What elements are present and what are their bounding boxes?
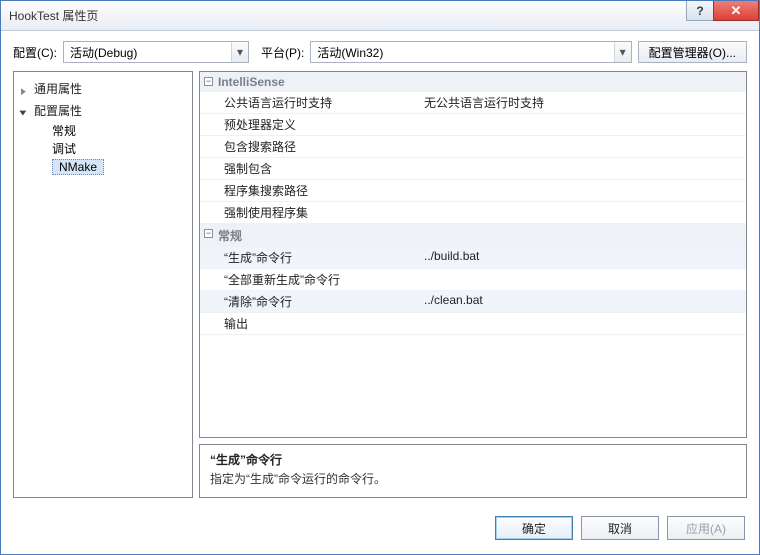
help-button[interactable]: ? [686, 1, 714, 21]
property-grid[interactable]: − IntelliSense 公共语言运行时支持无公共语言运行时支持 预处理器定… [199, 71, 747, 438]
footer-buttons: 确定 取消 应用(A) [1, 506, 759, 554]
help-icon: ? [696, 4, 703, 18]
prop-row[interactable]: 程序集搜索路径 [200, 180, 746, 202]
prop-row-rebuild[interactable]: “全部重新生成”命令行 [200, 269, 746, 291]
description-panel: “生成”命令行 指定为“生成”命令运行的命令行。 [199, 444, 747, 498]
chevron-down-icon[interactable]: ▾ [614, 42, 631, 62]
prop-row[interactable]: 强制包含 [200, 158, 746, 180]
prop-row[interactable]: 预处理器定义 [200, 114, 746, 136]
close-icon: ✕ [731, 3, 742, 19]
config-label: 配置(C): [13, 44, 57, 61]
right-panel: − IntelliSense 公共语言运行时支持无公共语言运行时支持 预处理器定… [199, 71, 747, 498]
prop-row[interactable]: 公共语言运行时支持无公共语言运行时支持 [200, 92, 746, 114]
cancel-button[interactable]: 取消 [581, 516, 659, 540]
apply-button[interactable]: 应用(A) [667, 516, 745, 540]
tree-item-config[interactable]: ▶ 配置属性 [16, 100, 190, 122]
config-combo[interactable]: ▾ [63, 41, 249, 63]
chevron-down-icon[interactable]: ▾ [231, 42, 248, 62]
prop-row[interactable]: 包含搜索路径 [200, 136, 746, 158]
collapse-icon[interactable]: − [204, 77, 213, 86]
tree-item-general[interactable]: 常规 [16, 122, 190, 140]
config-manager-button[interactable]: 配置管理器(O)... [638, 41, 747, 63]
nav-tree[interactable]: ▶ 通用属性 ▶ 配置属性 常规 调试 NMake [13, 71, 193, 498]
tree-item-common[interactable]: ▶ 通用属性 [16, 78, 190, 100]
prop-row-clean[interactable]: “清除”命令行../clean.bat [200, 291, 746, 313]
collapse-icon[interactable]: − [204, 229, 213, 238]
prop-row-output[interactable]: 输出 [200, 313, 746, 335]
triangle-right-icon[interactable]: ▶ [21, 82, 26, 100]
triangle-down-icon[interactable]: ▶ [14, 111, 32, 116]
toolbar: 配置(C): ▾ 平台(P): ▾ 配置管理器(O)... [1, 31, 759, 71]
platform-label: 平台(P): [261, 44, 304, 61]
close-button[interactable]: ✕ [713, 1, 759, 21]
window-controls: ? ✕ [687, 1, 759, 23]
description-text: 指定为“生成”命令运行的命令行。 [210, 470, 736, 487]
tree-item-debug[interactable]: 调试 [16, 140, 190, 158]
prop-row-build[interactable]: “生成”命令行../build.bat [200, 247, 746, 269]
ok-button[interactable]: 确定 [495, 516, 573, 540]
platform-combo[interactable]: ▾ [310, 41, 631, 63]
titlebar[interactable]: HookTest 属性页 ? ✕ [1, 1, 759, 31]
prop-row[interactable]: 强制使用程序集 [200, 202, 746, 224]
content-area: ▶ 通用属性 ▶ 配置属性 常规 调试 NMake − IntelliSense… [1, 71, 759, 506]
config-input[interactable] [64, 42, 231, 62]
platform-input[interactable] [311, 42, 613, 62]
window-title: HookTest 属性页 [9, 7, 98, 24]
description-title: “生成”命令行 [210, 451, 736, 468]
tree-item-nmake[interactable]: NMake [16, 158, 190, 176]
group-intellisense[interactable]: − IntelliSense [200, 72, 746, 92]
group-general[interactable]: − 常规 [200, 224, 746, 247]
